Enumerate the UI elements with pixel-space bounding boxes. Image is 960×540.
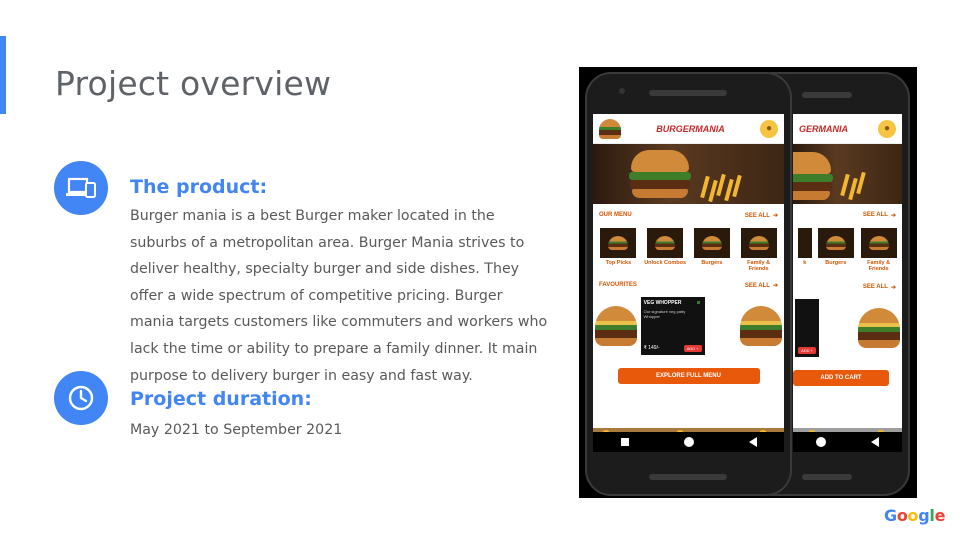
menu-item[interactable]: Family & Friends bbox=[857, 228, 900, 272]
burger-image bbox=[858, 308, 900, 348]
profile-avatar-icon[interactable]: ● bbox=[760, 119, 778, 138]
camera-icon bbox=[619, 88, 625, 94]
phone-speaker bbox=[649, 474, 727, 480]
back-system-icon[interactable] bbox=[748, 437, 757, 447]
duration-text: May 2021 to September 2021 bbox=[130, 422, 343, 438]
arrow-right-icon: ➔ bbox=[890, 284, 896, 291]
app-title: GERMANIA bbox=[799, 123, 848, 134]
devices-icon bbox=[54, 161, 108, 215]
home-system-icon[interactable] bbox=[815, 437, 826, 447]
phone-speaker bbox=[802, 92, 852, 98]
menu-item-burgers[interactable]: Burgers bbox=[690, 228, 734, 272]
add-to-cart-button[interactable]: ADD TO CART bbox=[793, 370, 889, 386]
burger-logo-icon bbox=[599, 118, 621, 139]
accent-bar bbox=[0, 36, 6, 114]
menu-row-header: OUR MENU SEE ALL ➔ bbox=[593, 204, 784, 226]
app-title: BURGERMANIA bbox=[656, 123, 725, 134]
google-logo: Google bbox=[884, 506, 946, 525]
favourites-row: VEG WHOPPER Our signature veg patty Whop… bbox=[593, 296, 784, 356]
menu-categories: Top Picks Unlock Combos Burgers Family &… bbox=[593, 226, 784, 272]
menu-item-top-picks[interactable]: Top Picks bbox=[596, 228, 640, 272]
menu-item[interactable]: Burgers bbox=[814, 228, 857, 272]
menu-item-unlock-combos[interactable]: Unlock Combos bbox=[643, 228, 687, 272]
menu-item-family-friends[interactable]: Family & Friends bbox=[737, 228, 781, 272]
app-screen-back: GERMANIA ● SEE ALL ➔ k Burgers Family & F… bbox=[793, 114, 902, 452]
veg-card[interactable]: ADD + bbox=[795, 299, 819, 357]
see-all-link[interactable]: SEE ALL bbox=[745, 283, 770, 289]
menu-categories: k Burgers Family & Friends bbox=[793, 226, 902, 272]
menu-row-header: SEE ALL ➔ bbox=[793, 204, 902, 226]
veg-indicator-icon bbox=[696, 301, 700, 304]
see-all-link[interactable]: SEE ALL bbox=[863, 284, 888, 290]
veg-card-price: ₹ 149/- bbox=[643, 345, 660, 351]
add-button[interactable]: ADD + bbox=[798, 347, 816, 354]
see-all-link[interactable]: SEE ALL bbox=[745, 213, 770, 219]
duration-heading: Project duration: bbox=[130, 388, 312, 410]
favourites-header: FAVOURITES SEE ALL ➔ bbox=[593, 274, 784, 296]
phone-speaker bbox=[802, 474, 852, 480]
android-nav-bar bbox=[593, 432, 784, 452]
product-heading: The product: bbox=[130, 176, 268, 198]
profile-avatar-icon[interactable]: ● bbox=[878, 119, 896, 138]
product-description: Burger mania is a best Burger maker loca… bbox=[130, 208, 548, 384]
veg-card-desc: Our signature veg patty Whopper bbox=[643, 309, 686, 319]
clock-icon bbox=[54, 371, 108, 425]
menu-item[interactable]: k bbox=[795, 228, 814, 272]
slide-title: Project overview bbox=[55, 64, 332, 103]
arrow-right-icon: ➔ bbox=[890, 212, 896, 219]
phone-mockup-front: BURGERMANIA ● OUR MENU SEE ALL ➔ Top Pick… bbox=[585, 72, 792, 496]
see-all-link[interactable]: SEE ALL bbox=[863, 212, 888, 218]
favourites-row: ADD + bbox=[793, 298, 902, 358]
home-system-icon[interactable] bbox=[683, 437, 694, 447]
back-system-icon[interactable] bbox=[871, 437, 880, 447]
burger-image bbox=[595, 306, 637, 346]
favourites-label: FAVOURITES bbox=[599, 282, 637, 288]
burger-image bbox=[739, 306, 782, 346]
phone-speaker bbox=[649, 90, 727, 96]
veg-card-title: VEG WHOPPER bbox=[643, 300, 682, 306]
our-menu-label: OUR MENU bbox=[599, 212, 632, 218]
hero-banner bbox=[793, 144, 902, 204]
add-button[interactable]: ADD + bbox=[683, 345, 702, 352]
arrow-right-icon: ➔ bbox=[772, 282, 778, 289]
hero-banner bbox=[593, 144, 784, 204]
explore-full-menu-button[interactable]: EXPLORE FULL MENU bbox=[617, 368, 760, 384]
app-screen: BURGERMANIA ● OUR MENU SEE ALL ➔ Top Pick… bbox=[593, 114, 784, 452]
recents-system-icon[interactable] bbox=[620, 438, 629, 446]
app-header: BURGERMANIA ● bbox=[593, 114, 784, 144]
app-header: GERMANIA ● bbox=[793, 114, 902, 144]
android-nav-bar bbox=[793, 432, 902, 452]
veg-whopper-card[interactable]: VEG WHOPPER Our signature veg patty Whop… bbox=[640, 297, 705, 355]
arrow-right-icon: ➔ bbox=[772, 212, 778, 219]
favourites-header: SEE ALL ➔ bbox=[793, 276, 902, 298]
